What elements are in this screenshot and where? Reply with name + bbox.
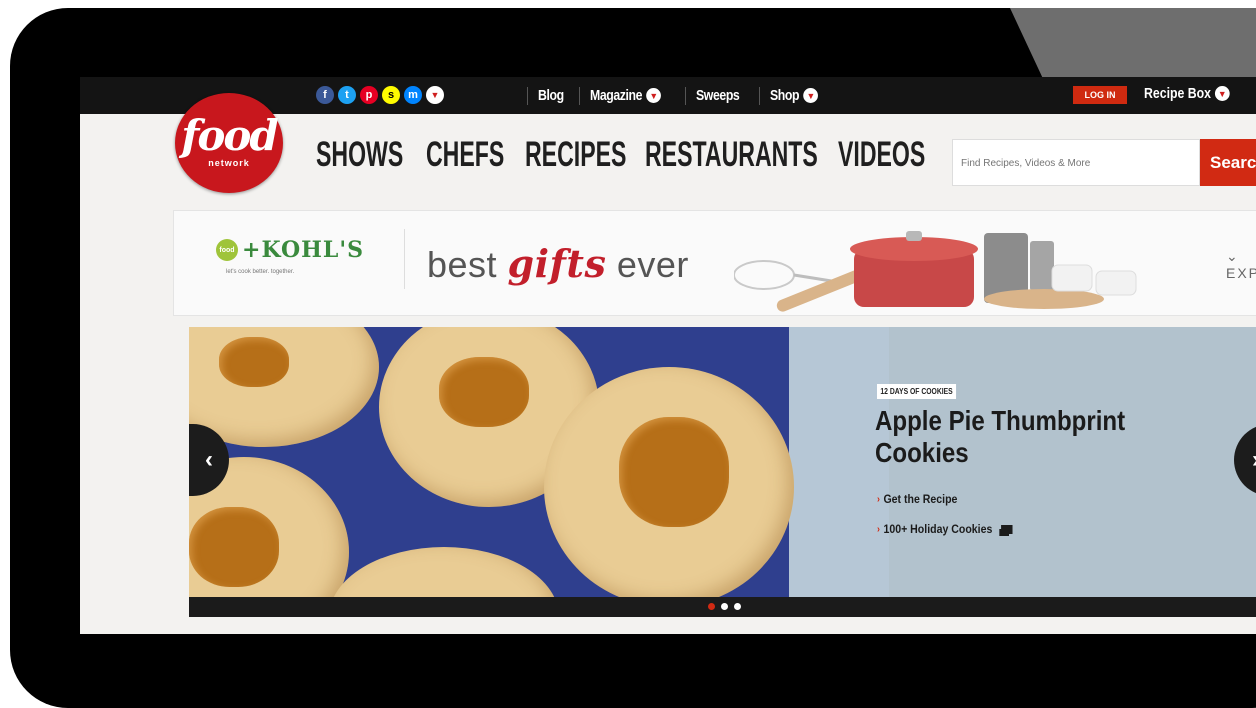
nav-link-sweeps-label: Sweeps (695, 87, 740, 104)
logo-wordmark: food (181, 111, 278, 160)
hero-carousel: 12 DAYS OF COOKIES Apple Pie Thumbprint … (189, 327, 1256, 617)
more-social-chevron-icon[interactable]: ▼ (426, 86, 444, 104)
chevron-down-icon: ▼ (802, 88, 818, 103)
nav-link-shop[interactable]: Shop ▼ (769, 87, 818, 104)
main-nav-restaurants[interactable]: RESTAURANTS (645, 135, 818, 175)
ad-headline: best gifts ever (427, 241, 689, 286)
nav-link-blog-label: Blog (538, 87, 564, 104)
food-network-logo[interactable]: food network (175, 93, 283, 193)
bullet-icon: › (877, 523, 880, 535)
nav-divider (527, 86, 528, 105)
recipe-box-menu[interactable]: Recipe Box ▼ (1144, 85, 1230, 102)
snapchat-icon[interactable]: s (382, 86, 400, 104)
ad-logo: food +KOHL'S (216, 237, 364, 263)
main-nav-shows[interactable]: SHOWS (316, 135, 403, 175)
main-nav-recipes[interactable]: RECIPES (525, 135, 626, 175)
carousel-dot[interactable] (721, 603, 728, 610)
cookware-image (734, 231, 1137, 312)
nav-link-blog[interactable]: Blog (538, 87, 564, 104)
nav-link-magazine-label: Magazine (590, 87, 643, 104)
search-box (952, 139, 1203, 187)
messenger-icon[interactable]: m (404, 86, 422, 104)
hero-category-label: 12 DAYS OF COOKIES (877, 384, 957, 399)
nav-link-magazine[interactable]: Magazine ▼ (590, 87, 661, 104)
pinterest-icon[interactable]: p (360, 86, 378, 104)
food-network-badge-icon: food (216, 239, 238, 261)
nav-link-sweeps[interactable]: Sweeps (695, 87, 740, 104)
search-button[interactable]: Searc (1200, 139, 1256, 186)
nav-divider (579, 86, 581, 105)
main-nav-videos[interactable]: VIDEOS (838, 135, 925, 175)
carousel-dots (708, 603, 741, 610)
logo-subtext: network (208, 158, 250, 168)
chevron-down-icon: ▼ (646, 88, 661, 103)
gallery-icon (1001, 524, 1013, 534)
chevron-right-icon: › (1252, 446, 1256, 474)
hero-link-get-recipe[interactable]: › Get the Recipe (877, 492, 957, 506)
carousel-dot[interactable] (708, 603, 715, 610)
bullet-icon: › (877, 493, 880, 505)
chevron-left-icon: ‹ (205, 446, 213, 473)
ad-tagline: let's cook better. together. (226, 269, 295, 275)
recipe-box-label: Recipe Box (1144, 85, 1211, 102)
login-button[interactable]: LOG IN (1073, 86, 1127, 104)
twitter-icon[interactable]: t (338, 86, 356, 104)
chevron-down-icon: ▼ (1214, 86, 1230, 101)
ad-expand-button[interactable]: ⌄ EXPAND (1226, 248, 1256, 281)
kohls-logo: +KOHL'S (242, 237, 365, 263)
utility-nav: Blog Magazine ▼ Sweeps Shop ▼ (517, 77, 826, 114)
facebook-icon[interactable]: f (316, 86, 334, 104)
carousel-dots-bar (189, 597, 1256, 617)
main-nav-chefs[interactable]: CHEFS (426, 135, 504, 175)
hero-title[interactable]: Apple Pie Thumbprint Cookies (875, 405, 1150, 469)
nav-divider (758, 86, 760, 105)
search-input[interactable] (953, 140, 1203, 187)
kohls-ad-banner[interactable]: food +KOHL'S let's cook better. together… (173, 210, 1256, 316)
nav-divider (684, 86, 686, 105)
carousel-dot[interactable] (734, 603, 741, 610)
browser-viewport: f t p s m ▼ Blog Magazine ▼ Sweeps Shop ▼ … (80, 77, 1256, 634)
hero-link-holiday-cookies[interactable]: › 100+ Holiday Cookies (877, 522, 1013, 536)
hero-image-surface (889, 327, 1256, 617)
main-nav: SHOWS CHEFS RECIPES RESTAURANTS VIDEOS (316, 135, 971, 175)
social-icons: f t p s m ▼ (316, 86, 444, 104)
ad-divider (404, 229, 405, 289)
nav-link-shop-label: Shop (769, 87, 800, 104)
